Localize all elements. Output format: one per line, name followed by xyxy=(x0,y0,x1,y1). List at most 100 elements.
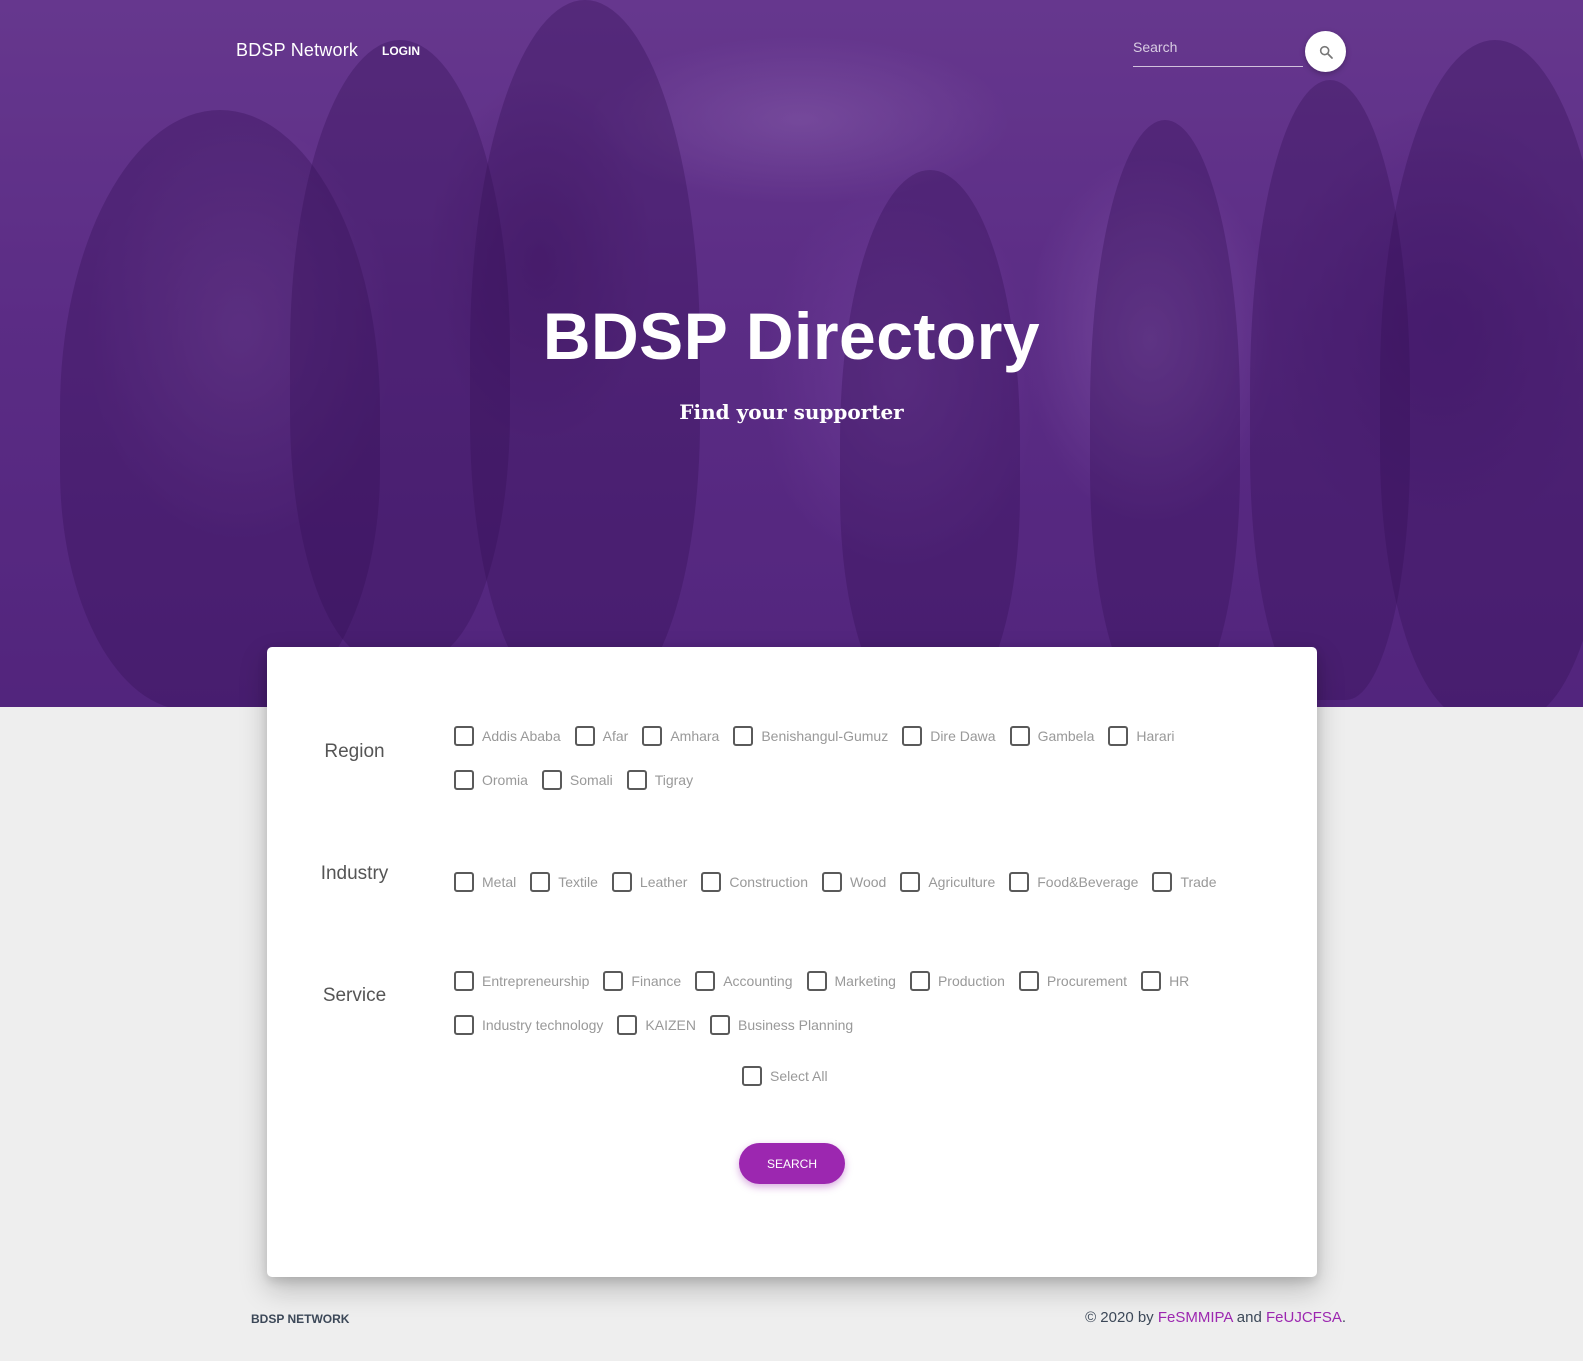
search-input[interactable] xyxy=(1133,30,1303,64)
industry-option-label: Metal xyxy=(482,874,517,890)
region-option[interactable]: Dire Dawa xyxy=(902,714,996,758)
select-all-label: Select All xyxy=(770,1068,828,1084)
checkbox[interactable] xyxy=(642,726,663,746)
region-option[interactable]: Addis Ababa xyxy=(454,714,561,758)
copyright-period: . xyxy=(1341,1309,1346,1326)
checkbox[interactable] xyxy=(1108,726,1129,746)
checkbox[interactable] xyxy=(1009,726,1030,746)
checkbox[interactable] xyxy=(695,971,716,991)
page-subtitle: Find your supporter xyxy=(679,400,904,424)
checkbox[interactable] xyxy=(1018,971,1039,991)
industry-options: Metal Textile Leather Construction Wood Agric… xyxy=(454,860,1274,904)
select-all-checkbox[interactable]: Select All xyxy=(742,1054,828,1098)
hero-banner: BDSP Network LOGIN BDSP Directory Find y… xyxy=(0,0,1583,707)
checkbox[interactable] xyxy=(617,1015,638,1035)
checkbox[interactable] xyxy=(603,971,624,991)
industry-option[interactable]: Trade xyxy=(1152,860,1217,904)
copyright-and: and xyxy=(1236,1309,1262,1326)
region-option[interactable]: Benishangul-Gumuz xyxy=(733,714,888,758)
service-option[interactable]: Marketing xyxy=(806,959,896,1003)
region-option-label: Oromia xyxy=(482,772,528,788)
service-option[interactable]: Accounting xyxy=(695,959,793,1003)
checkbox[interactable] xyxy=(1152,872,1173,892)
checkbox[interactable] xyxy=(530,872,551,892)
industry-label: Industry xyxy=(320,863,389,884)
region-option[interactable]: Oromia xyxy=(454,758,528,802)
industry-option[interactable]: Food&Beverage xyxy=(1009,860,1138,904)
checkbox[interactable] xyxy=(902,726,923,746)
industry-option[interactable]: Leather xyxy=(611,860,688,904)
submit-search-button[interactable]: SEARCH xyxy=(739,1143,845,1184)
industry-option[interactable]: Textile xyxy=(530,860,598,904)
industry-option[interactable]: Metal xyxy=(454,860,516,904)
checkbox[interactable] xyxy=(541,770,562,790)
region-option-label: Amhara xyxy=(670,728,720,744)
checkbox[interactable] xyxy=(626,770,647,790)
service-option[interactable]: Procurement xyxy=(1018,959,1127,1003)
checkbox[interactable] xyxy=(909,971,930,991)
service-option[interactable]: Industry technology xyxy=(454,1003,603,1047)
service-option[interactable]: KAIZEN xyxy=(617,1003,696,1047)
industry-option-label: Agriculture xyxy=(928,874,996,890)
feujcfsa-link[interactable]: FeUJCFSA xyxy=(1266,1309,1342,1326)
checkbox[interactable] xyxy=(709,1015,730,1035)
service-option[interactable]: Finance xyxy=(603,959,681,1003)
industry-option[interactable]: Wood xyxy=(822,860,886,904)
service-option[interactable]: HR xyxy=(1141,959,1189,1003)
checkbox[interactable] xyxy=(611,872,632,892)
industry-option[interactable]: Agriculture xyxy=(900,860,995,904)
fesmmipa-link[interactable]: FeSMMIPA xyxy=(1158,1309,1233,1326)
footer-brand[interactable]: BDSP NETWORK xyxy=(251,1312,349,1326)
industry-option-label: Leather xyxy=(639,874,688,890)
checkbox[interactable] xyxy=(900,872,921,892)
brand-link[interactable]: BDSP Network xyxy=(236,40,358,61)
region-option[interactable]: Somali xyxy=(541,758,613,802)
service-option-label: Finance xyxy=(631,973,682,989)
service-option[interactable]: Business Planning xyxy=(709,1003,854,1047)
region-option-label: Afar xyxy=(602,728,629,744)
checkbox[interactable] xyxy=(701,872,722,892)
service-label: Service xyxy=(322,985,387,1006)
industry-option[interactable]: Construction xyxy=(701,860,808,904)
checkbox[interactable] xyxy=(454,1015,474,1035)
checkbox[interactable] xyxy=(822,872,842,892)
checkbox[interactable] xyxy=(733,726,754,746)
service-option-label: Accounting xyxy=(723,973,793,989)
checkbox[interactable] xyxy=(454,726,474,746)
search-field xyxy=(1133,30,1303,67)
navbar: BDSP Network LOGIN xyxy=(0,0,1583,100)
service-option-label: Entrepreneurship xyxy=(482,973,590,989)
region-option[interactable]: Amhara xyxy=(642,714,719,758)
checkbox[interactable] xyxy=(454,971,474,991)
checkbox[interactable] xyxy=(742,1066,762,1086)
service-option-label: KAIZEN xyxy=(645,1017,696,1033)
checkbox[interactable] xyxy=(806,971,827,991)
login-link[interactable]: LOGIN xyxy=(382,44,420,58)
region-option[interactable]: Gambela xyxy=(1009,714,1095,758)
industry-option-label: Food&Beverage xyxy=(1037,874,1139,890)
checkbox[interactable] xyxy=(1141,971,1162,991)
region-option-label: Harari xyxy=(1136,728,1175,744)
industry-option-label: Wood xyxy=(850,874,887,890)
search-icon xyxy=(1319,45,1333,59)
service-option[interactable]: Entrepreneurship xyxy=(454,959,589,1003)
page-title: BDSP Directory xyxy=(542,299,1041,373)
region-option-label: Gambela xyxy=(1037,728,1095,744)
region-option[interactable]: Afar xyxy=(574,714,629,758)
industry-option-label: Construction xyxy=(729,874,808,890)
region-option-label: Benishangul-Gumuz xyxy=(761,728,889,744)
region-option[interactable]: Tigray xyxy=(626,758,693,802)
copyright-text: © 2020 by xyxy=(1085,1309,1154,1326)
industry-option-label: Textile xyxy=(558,874,598,890)
checkbox[interactable] xyxy=(1009,872,1030,892)
checkbox[interactable] xyxy=(454,872,474,892)
checkbox[interactable] xyxy=(574,726,595,746)
service-option-label: Production xyxy=(937,973,1005,989)
service-option-label: HR xyxy=(1169,973,1190,989)
region-option[interactable]: Harari xyxy=(1108,714,1175,758)
service-option-label: Business Planning xyxy=(737,1017,854,1033)
service-option[interactable]: Production xyxy=(909,959,1005,1003)
checkbox[interactable] xyxy=(454,770,474,790)
service-option-label: Marketing xyxy=(834,973,896,989)
search-button[interactable] xyxy=(1305,31,1346,72)
